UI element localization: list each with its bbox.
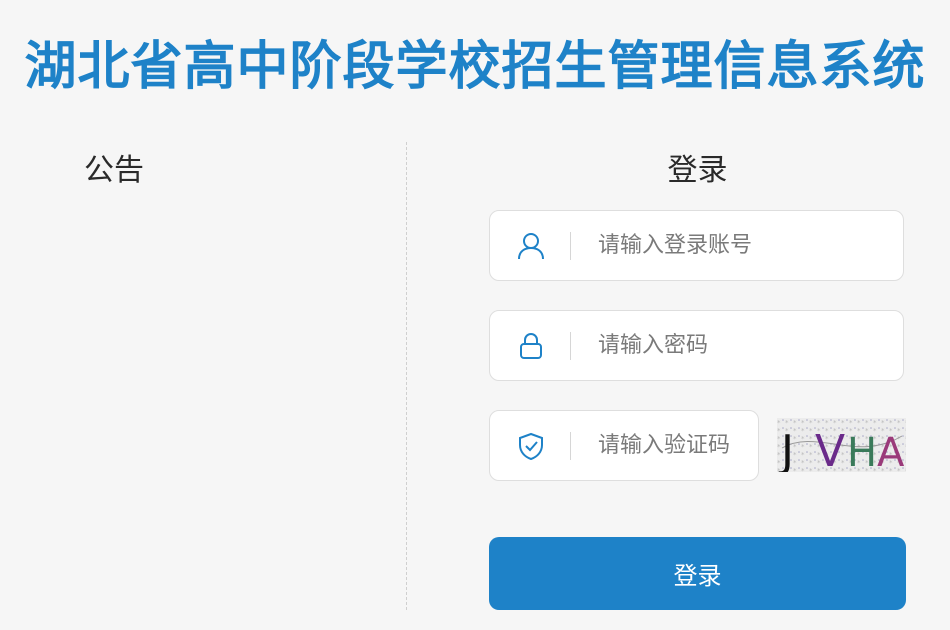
shield-check-icon xyxy=(516,431,546,461)
captcha-input[interactable] xyxy=(598,411,748,480)
section-divider xyxy=(406,142,407,610)
username-field[interactable] xyxy=(489,210,904,281)
captcha-char: H xyxy=(847,430,877,472)
captcha-char: V xyxy=(815,426,845,472)
password-input[interactable] xyxy=(598,311,893,380)
field-separator xyxy=(570,332,571,360)
login-heading: 登录 xyxy=(667,153,728,188)
captcha-char: J xyxy=(778,426,794,472)
captcha-image[interactable]: * J V H A xyxy=(777,418,906,472)
user-icon xyxy=(516,231,546,261)
login-button[interactable]: 登录 xyxy=(489,537,906,610)
field-separator xyxy=(570,232,571,260)
username-input[interactable] xyxy=(598,211,893,280)
captcha-field[interactable] xyxy=(489,410,759,481)
password-field[interactable] xyxy=(489,310,904,381)
lock-icon xyxy=(516,331,546,361)
field-separator xyxy=(570,432,571,460)
notice-heading: 公告 xyxy=(84,153,144,188)
page-title: 湖北省高中阶段学校招生管理信息系统 xyxy=(24,37,926,97)
captcha-char: A xyxy=(877,430,905,472)
